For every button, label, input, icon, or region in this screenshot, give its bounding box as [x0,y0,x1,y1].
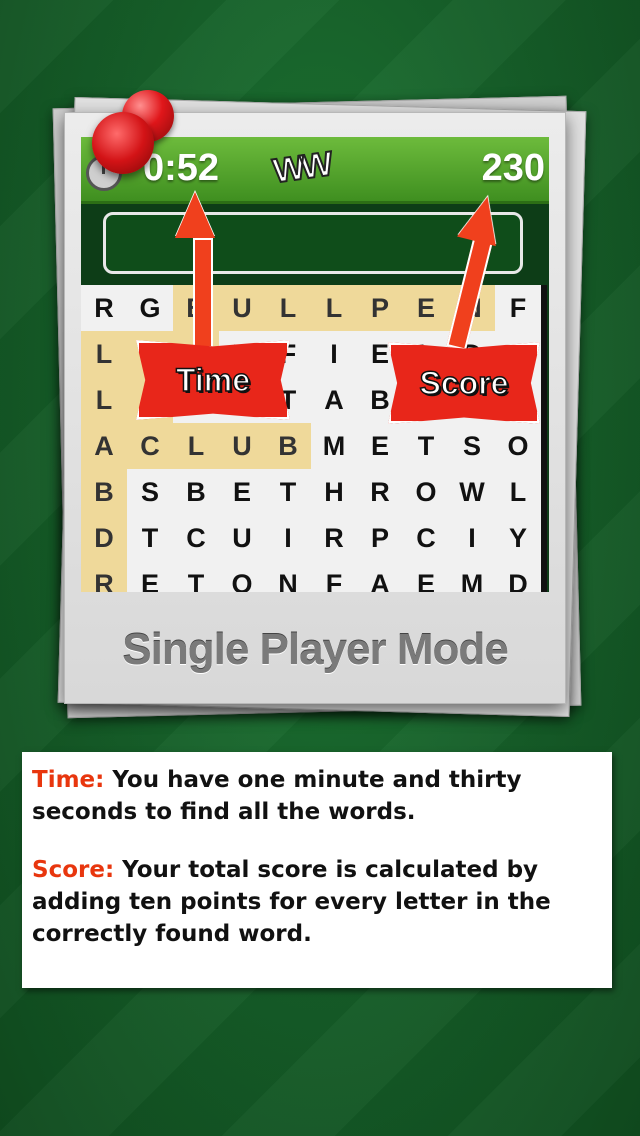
grid-cell[interactable]: O [495,423,541,469]
push-pin-base [92,112,154,174]
grid-cell[interactable]: R [81,561,127,592]
grid-cell[interactable]: P [357,515,403,561]
grid-cell[interactable]: L [495,469,541,515]
time-arrow [193,238,213,348]
grid-cell[interactable]: E [403,285,449,331]
grid-cell[interactable]: S [127,469,173,515]
grid-cell[interactable]: G [127,285,173,331]
score-callout: Score [388,342,540,424]
grid-cell[interactable]: I [265,515,311,561]
grid-cell[interactable]: O [403,469,449,515]
time-arrow-tip [175,192,215,238]
grid-cell[interactable]: C [403,515,449,561]
grid-cell[interactable]: U [219,423,265,469]
mode-caption: Single Player Mode [122,625,508,674]
grid-cell[interactable]: D [495,561,541,593]
time-instruction-text: You have one minute and thirty seconds t… [32,767,522,825]
grid-cell[interactable]: I [311,331,357,377]
grid-cell[interactable]: L [81,331,127,377]
grid-cell[interactable]: B [81,469,127,515]
grid-cell[interactable]: S [449,423,495,469]
grid-cell[interactable]: W [449,469,495,515]
app-logo: WW [270,144,333,191]
time-instruction: Time: You have one minute and thirty sec… [32,764,602,828]
grid-cell[interactable]: N [265,561,311,593]
grid-cell[interactable]: B [265,423,311,469]
grid-cell[interactable]: T [173,561,219,593]
grid-cell[interactable]: T [127,515,173,561]
grid-cell[interactable]: H [311,469,357,515]
instructions-panel: Time: You have one minute and thirty sec… [22,752,612,988]
grid-cell[interactable]: F [495,285,541,331]
timer: 0:52 [143,147,220,189]
grid-cell[interactable]: L [81,377,127,423]
grid-cell[interactable]: M [311,423,357,469]
grid-cell[interactable]: I [449,515,495,561]
grid-cell[interactable]: U [219,285,265,331]
grid-cell[interactable]: R [311,515,357,561]
grid-cell[interactable]: A [357,561,403,593]
grid-cell[interactable]: L [265,285,311,331]
score: 230 [481,147,545,189]
grid-cell[interactable]: E [403,561,449,593]
grid-cell[interactable]: R [81,285,127,331]
grid-cell[interactable]: A [311,377,357,423]
grid-cell[interactable]: C [173,515,219,561]
letter-grid[interactable]: RGBULLPENFLLAKFIELDQLIRTTABROKACLUBMETSO… [81,285,547,592]
score-callout-label: Score [419,364,509,402]
time-instruction-label: Time: [32,767,105,793]
grid-cell[interactable]: M [449,561,495,593]
grid-cell[interactable]: Y [495,515,541,561]
time-callout-label: Time [175,361,251,399]
grid-cell[interactable]: T [403,423,449,469]
time-callout: Time [136,340,290,420]
grid-cell[interactable]: U [219,515,265,561]
grid-cell[interactable]: C [127,423,173,469]
grid-cell[interactable]: A [81,423,127,469]
grid-cell[interactable]: E [219,469,265,515]
grid-cell[interactable]: O [219,561,265,593]
grid-cell[interactable]: E [357,423,403,469]
grid-cell[interactable]: B [173,469,219,515]
grid-cell[interactable]: R [357,469,403,515]
score-instruction-label: Score: [32,857,115,883]
grid-cell[interactable]: E [127,561,173,593]
grid-cell[interactable]: D [81,515,127,561]
grid-cell[interactable]: P [357,285,403,331]
grid-cell[interactable]: T [265,469,311,515]
grid-cell[interactable]: L [311,285,357,331]
grid-cell[interactable]: L [173,423,219,469]
score-instruction: Score: Your total score is calculated by… [32,854,602,950]
grid-cell[interactable]: F [311,561,357,593]
